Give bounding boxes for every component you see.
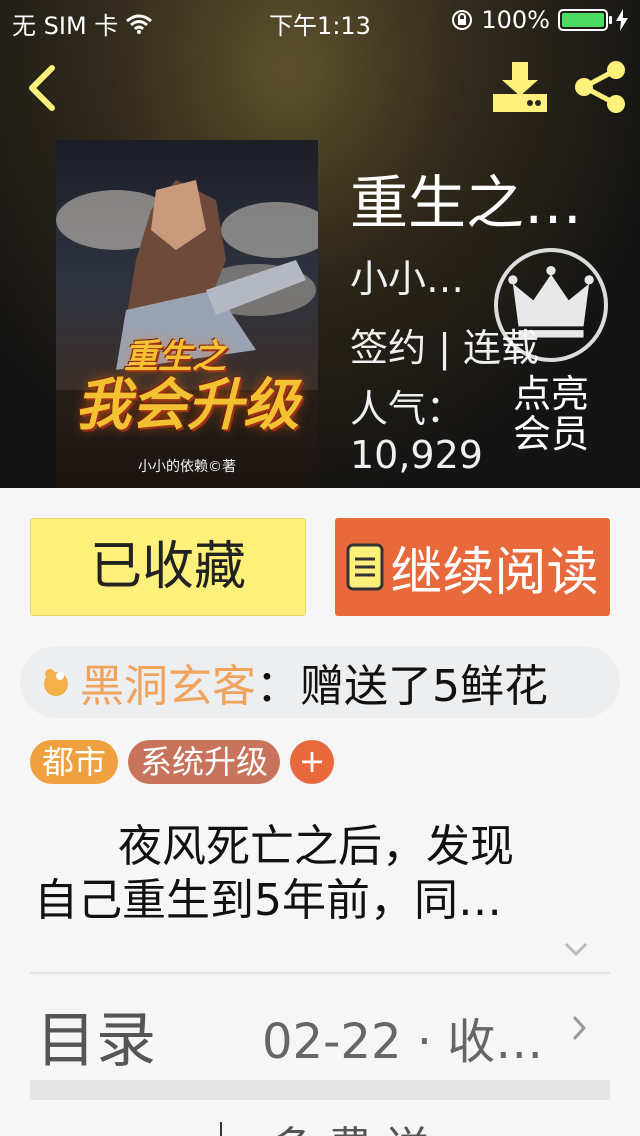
flower-icon [44, 669, 68, 696]
tag-item[interactable]: 都市 [30, 740, 119, 784]
description-line: 夜风死亡之后，发现 [118, 821, 514, 872]
description-line: 自己重生到5年前，同… [34, 875, 502, 926]
tag-list: 都市 系统升级 + [30, 740, 335, 784]
charging-icon [616, 9, 628, 31]
cover-title-main: 我会升级 [75, 371, 299, 438]
section-separator [30, 1080, 610, 1100]
next-section-peek: 多 费 送 [0, 1100, 640, 1136]
book-title: 重生之… [350, 169, 583, 237]
rotation-lock-icon [452, 10, 473, 30]
status-battery-group: 100% [451, 6, 628, 34]
divider [30, 972, 610, 974]
table-of-contents-row[interactable]: 目录 02-22 · 收… [0, 976, 640, 1080]
gift-user[interactable]: 黑洞玄客 [80, 650, 256, 714]
gift-text: ：赠送了5鲜花 [256, 661, 548, 712]
vip-label[interactable]: 点亮会员 [496, 374, 606, 454]
download-icon[interactable] [490, 58, 550, 116]
next-section-label: 多 费 送 [270, 1112, 430, 1136]
book-icon [346, 543, 384, 591]
cover-title-small: 重生之 [124, 337, 226, 377]
chevron-down-icon[interactable] [564, 940, 588, 958]
battery-percent: 100% [481, 6, 550, 34]
continue-reading-button[interactable]: 继续阅读 [335, 518, 610, 616]
back-icon[interactable] [20, 60, 70, 116]
book-cover[interactable]: 重生之 我会升级 小小的依赖©著 [56, 140, 318, 488]
tag-item[interactable]: 系统升级 [128, 740, 281, 784]
add-tag-button[interactable]: + [290, 740, 335, 784]
book-header: 无 SIM 卡 下午1:13 100% 重生之 我会升级 小小的依赖©著 重生之… [0, 0, 640, 488]
book-detail-page: 无 SIM 卡 下午1:13 100% 重生之 我会升级 小小的依赖©著 重生之… [0, 0, 640, 1136]
cover-title: 重生之 我会升级 [64, 337, 310, 434]
favorite-button[interactable]: 已收藏 [30, 518, 306, 616]
continue-reading-label: 继续阅读 [390, 542, 599, 603]
chevron-right-icon [572, 1015, 587, 1041]
status-bar: 无 SIM 卡 下午1:13 100% [0, 0, 640, 40]
share-icon[interactable] [570, 58, 630, 116]
toc-latest-update: 02-22 · 收… [262, 1014, 544, 1070]
toc-label: 目录 [36, 1006, 156, 1076]
book-description[interactable]: 夜风死亡之后，发现 自己重生到5年前，同… [34, 820, 594, 928]
cover-author: 小小的依赖©著 [138, 459, 236, 475]
gift-notice[interactable]: 黑洞玄客 ：赠送了5鲜花 [20, 646, 620, 718]
crown-icon[interactable] [494, 248, 608, 362]
divider [220, 1122, 222, 1136]
battery-icon [558, 9, 612, 31]
